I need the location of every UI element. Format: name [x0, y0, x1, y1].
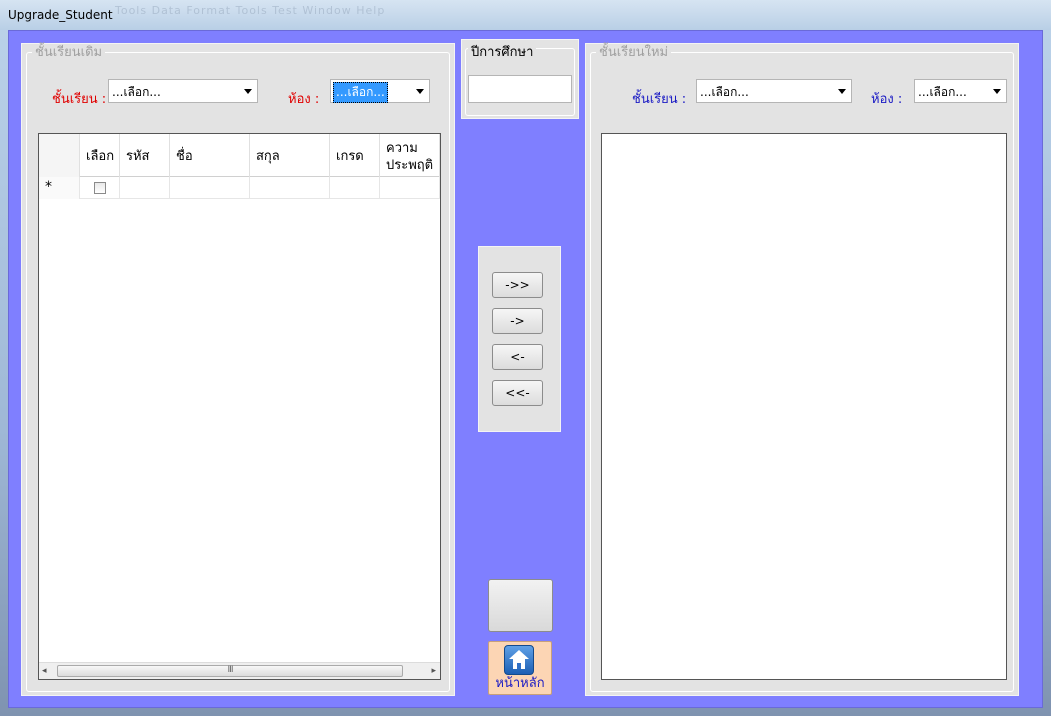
col-header-firstname[interactable]: ชื่อ — [170, 134, 250, 177]
old-room-combo-value: ...เลือก... — [333, 82, 388, 103]
table-row-new[interactable]: * — [39, 177, 440, 199]
move-right-button[interactable]: -> — [492, 308, 543, 334]
grid-header: เลือก รหัส ชื่อ สกุล เกรด ความ ประพฤติ — [39, 134, 440, 177]
new-class-panel: ชั้นเรียนใหม่ ชั้นเรียน : ...เลือก... ห้… — [585, 43, 1019, 696]
cell-select[interactable] — [80, 177, 120, 199]
new-class-student-list[interactable] — [601, 133, 1007, 680]
student-grid[interactable]: เลือก รหัส ชื่อ สกุล เกรด ความ ประพฤติ * — [38, 133, 441, 680]
new-class-legend: ชั้นเรียนใหม่ — [596, 46, 672, 60]
cell-id[interactable] — [120, 177, 170, 199]
title-bar[interactable]: Upgrade_Student Tools Data Format Tools … — [0, 0, 1051, 30]
home-icon — [504, 645, 534, 675]
col-header-behavior-line2: ประพฤติ — [386, 158, 434, 173]
col-header-select[interactable]: เลือก — [80, 134, 120, 177]
old-class-combo[interactable]: ...เลือก... — [108, 79, 258, 103]
window-title: Upgrade_Student — [8, 8, 113, 22]
select-checkbox[interactable] — [94, 182, 106, 194]
old-room-label: ห้อง : — [288, 92, 320, 107]
new-room-combo[interactable]: ...เลือก... — [914, 79, 1007, 103]
window-frame: Upgrade_Student Tools Data Format Tools … — [0, 0, 1051, 716]
form-client-area: ชั้นเรียนเดิม ชั้นเรียน : ...เลือก... ห้… — [8, 30, 1043, 708]
col-header-grade[interactable]: เกรด — [330, 134, 380, 177]
old-class-label: ชั้นเรียน : — [52, 92, 107, 107]
move-all-right-button[interactable]: ->> — [492, 272, 543, 298]
cell-lastname[interactable] — [250, 177, 330, 199]
home-door-shape — [517, 663, 521, 669]
old-class-panel: ชั้นเรียนเดิม ชั้นเรียน : ...เลือก... ห้… — [21, 43, 455, 696]
row-header-corner — [39, 134, 80, 177]
scroll-right-arrow-icon[interactable]: ▸ — [431, 666, 436, 676]
new-class-label: ชั้นเรียน : — [632, 92, 687, 107]
cell-firstname[interactable] — [170, 177, 250, 199]
academic-year-input[interactable] — [468, 75, 572, 103]
row-header-new: * — [39, 177, 80, 199]
chevron-down-icon — [416, 89, 424, 94]
old-class-legend: ชั้นเรียนเดิม — [32, 46, 106, 60]
new-class-combo[interactable]: ...เลือก... — [696, 79, 852, 103]
new-row-asterisk-icon: * — [45, 179, 52, 195]
grid-horizontal-scrollbar[interactable]: ◂ III ▸ — [39, 662, 440, 679]
background-menu-ghost: Tools Data Format Tools Test Window Help — [115, 4, 386, 17]
academic-year-legend: ปีการศึกษา — [468, 46, 537, 60]
academic-year-panel: ปีการศึกษา — [461, 39, 579, 119]
move-left-button[interactable]: <- — [492, 344, 543, 370]
chevron-down-icon — [838, 89, 846, 94]
old-room-combo[interactable]: ...เลือก... — [330, 79, 430, 103]
scroll-left-arrow-icon[interactable]: ◂ — [42, 666, 47, 676]
old-class-combo-value: ...เลือก... — [112, 85, 161, 99]
scroll-thumb[interactable]: III — [57, 665, 403, 677]
col-header-behavior-line1: ความ — [386, 141, 418, 156]
home-button[interactable]: หน้าหลัก — [488, 641, 552, 695]
home-button-label: หน้าหลัก — [495, 676, 545, 691]
col-header-behavior[interactable]: ความ ประพฤติ — [380, 134, 440, 177]
cell-grade[interactable] — [330, 177, 380, 199]
cell-behavior[interactable] — [380, 177, 440, 199]
scroll-grip-icon: III — [227, 665, 234, 675]
chevron-down-icon — [244, 89, 252, 94]
new-room-label: ห้อง : — [871, 92, 903, 107]
move-all-left-button[interactable]: <<- — [492, 380, 543, 406]
transfer-buttons-panel: ->> -> <- <<- — [478, 246, 561, 432]
home-roof-shape — [509, 650, 529, 659]
new-class-combo-value: ...เลือก... — [700, 85, 749, 99]
chevron-down-icon — [993, 89, 1001, 94]
blank-action-button[interactable] — [488, 579, 553, 632]
col-header-lastname[interactable]: สกุล — [250, 134, 330, 177]
col-header-id[interactable]: รหัส — [120, 134, 170, 177]
new-room-combo-value: ...เลือก... — [918, 85, 967, 99]
